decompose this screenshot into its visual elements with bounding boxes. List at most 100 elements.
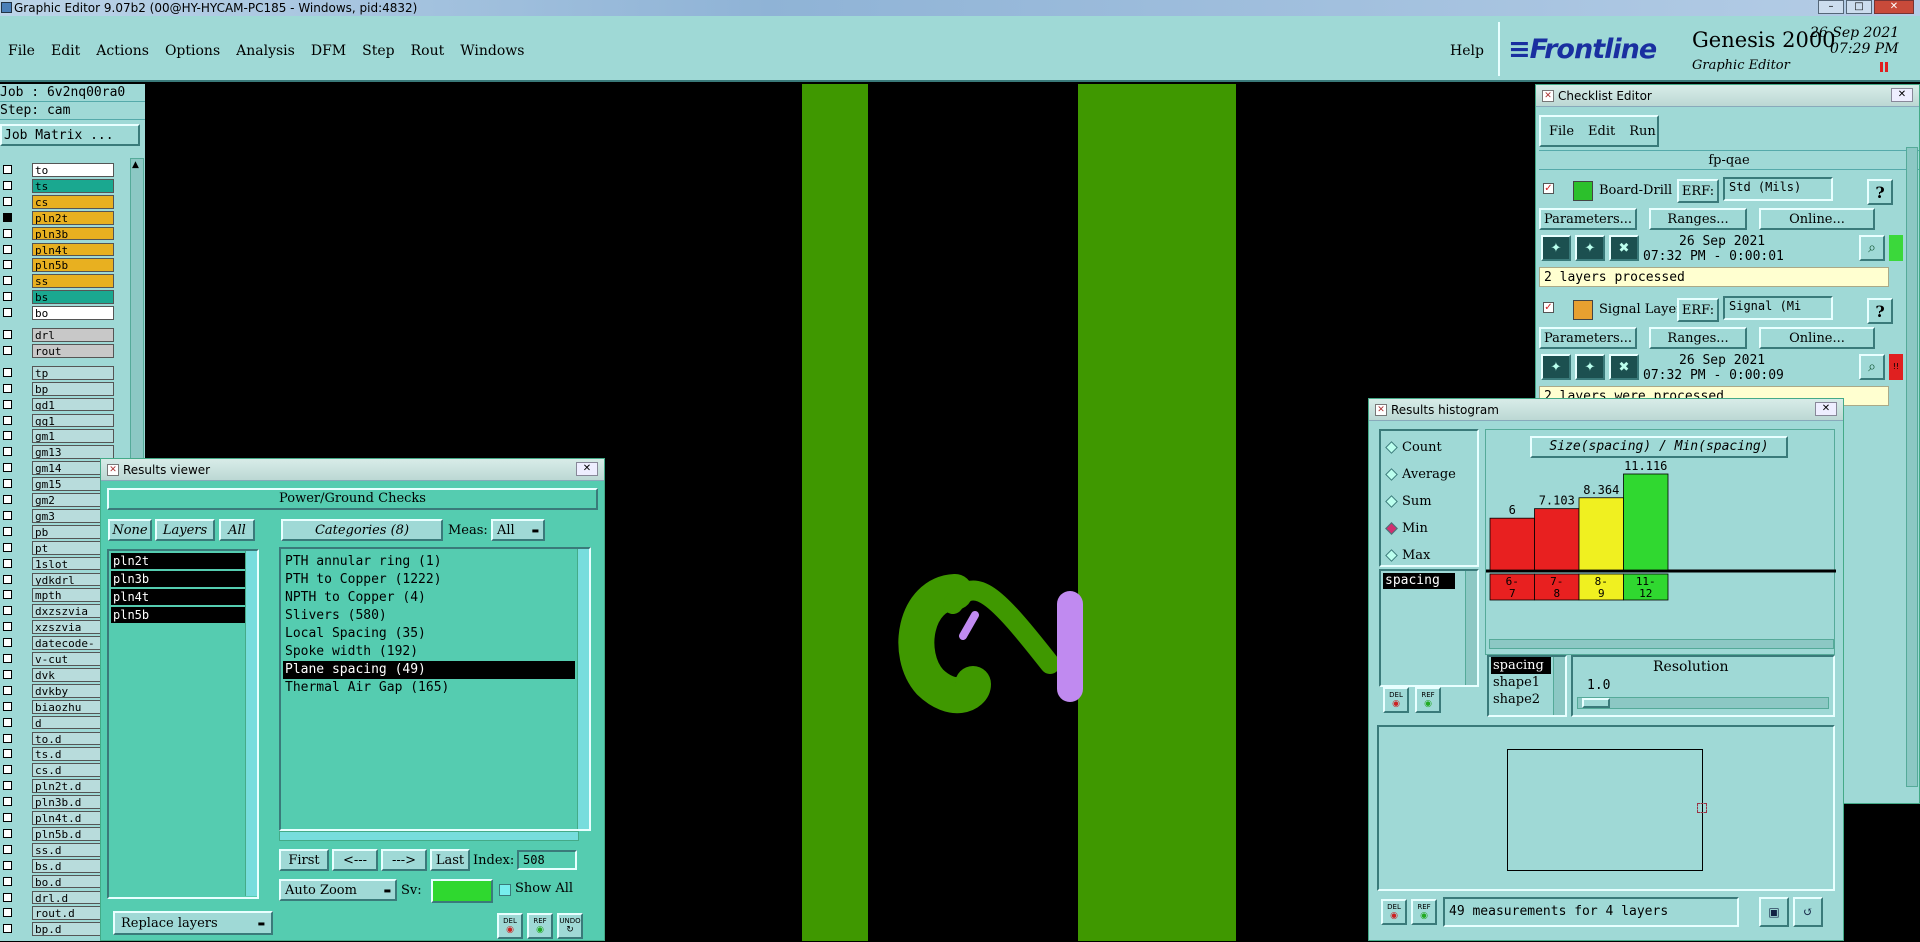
layer-checkbox[interactable] (3, 345, 12, 355)
checklist-menu-run[interactable]: Run (1629, 124, 1656, 139)
layer-name[interactable]: ss (32, 274, 114, 289)
meas-select[interactable]: All ▬ (491, 519, 545, 541)
layer-checkbox[interactable] (3, 180, 12, 190)
hist-ref-icon[interactable]: REF ◉ (1415, 687, 1441, 713)
layer-name[interactable]: bo (32, 306, 114, 320)
categories-list[interactable]: PTH annular ring (1) PTH to Copper (1222)… (279, 547, 591, 831)
result-layer-item[interactable]: pln2t (111, 553, 251, 569)
layer-checkbox[interactable] (3, 526, 12, 536)
layer-checkbox[interactable] (3, 196, 12, 206)
layer-row[interactable]: pln3b (0, 226, 118, 242)
layer-checkbox[interactable] (3, 828, 12, 838)
sv-color-select[interactable] (431, 879, 493, 903)
check-enabled-checkbox[interactable]: ✓ (1543, 183, 1554, 194)
layer-checkbox[interactable] (3, 367, 12, 377)
zoom-home-icon[interactable]: ↺ (1793, 897, 1823, 927)
histogram-bar[interactable] (1623, 473, 1669, 571)
layer-checkbox[interactable] (3, 701, 12, 711)
close-button[interactable]: ✕ (1874, 0, 1914, 14)
layer-checkbox[interactable] (3, 463, 12, 473)
layer-checkbox[interactable] (3, 590, 12, 600)
layer-checkbox[interactable] (3, 383, 12, 393)
field-item[interactable]: spacing (1383, 573, 1455, 589)
check-name[interactable]: Signal Layer Ch (1599, 302, 1679, 317)
layer-checkbox[interactable] (3, 765, 12, 775)
layer-row[interactable]: gm1 (0, 428, 118, 444)
layer-checkbox[interactable] (3, 415, 12, 425)
help-button[interactable]: ? (1867, 298, 1893, 324)
layer-checkbox[interactable] (3, 510, 12, 520)
erf-value[interactable]: Std (Mils) (1723, 177, 1833, 201)
menu-analysis[interactable]: Analysis (236, 43, 295, 63)
mode-option[interactable]: Min (1385, 518, 1428, 538)
zoom-fit-icon[interactable]: ▣ (1759, 897, 1789, 927)
undo-icon[interactable]: UNDO ↻ (557, 913, 583, 939)
online-button[interactable]: Online... (1759, 327, 1875, 349)
result-layer-item[interactable]: pln5b (111, 607, 251, 623)
category-item[interactable]: Slivers (580) (283, 607, 575, 625)
layer-checkbox[interactable] (3, 797, 12, 807)
replace-layers-select[interactable]: Replace layers ▬ (113, 911, 273, 935)
zoom-result-icon[interactable]: ⌕ (1859, 354, 1885, 380)
menu-actions[interactable]: Actions (96, 43, 149, 63)
index-input[interactable]: 508 (517, 850, 577, 870)
layer-checkbox[interactable] (3, 244, 12, 254)
menu-windows[interactable]: Windows (460, 43, 524, 63)
last-button[interactable]: Last (430, 849, 470, 871)
layer-row[interactable]: to (0, 162, 118, 178)
categories-scrollbar[interactable] (577, 549, 589, 829)
categories-tab[interactable]: Categories (8) (281, 519, 443, 541)
layer-checkbox[interactable] (3, 574, 12, 584)
del-icon[interactable]: DEL ◉ (497, 913, 523, 939)
help-button[interactable]: ? (1867, 179, 1893, 205)
preview-ref-icon[interactable]: REF ◉ (1411, 899, 1437, 925)
layer-checkbox[interactable] (3, 813, 12, 822)
hist-del-icon[interactable]: DEL ◉ (1383, 687, 1409, 713)
layer-checkbox[interactable] (3, 685, 12, 695)
layer-row[interactable]: gd1 (0, 397, 118, 413)
next-button[interactable]: ---> (381, 849, 427, 871)
layer-row[interactable]: ts (0, 178, 118, 194)
mode-option[interactable]: Count (1385, 437, 1442, 457)
layer-checkbox[interactable] (3, 669, 12, 679)
run-check-icon[interactable]: ✦ (1541, 354, 1571, 380)
params-button[interactable]: Parameters... (1539, 327, 1637, 349)
result-layer-item[interactable]: pln3b (111, 571, 251, 587)
layer-checkbox[interactable] (3, 558, 12, 568)
layer-checkbox[interactable] (3, 606, 12, 616)
category-item[interactable]: NPTH to Copper (4) (283, 589, 575, 607)
histogram-bar[interactable] (1489, 517, 1535, 571)
category-item[interactable]: Plane spacing (49) (283, 661, 575, 679)
layer-checkbox[interactable] (3, 165, 12, 174)
layer-name[interactable]: pln5b (32, 258, 114, 273)
params-button[interactable]: Parameters... (1539, 208, 1637, 230)
layer-name[interactable]: pln4t (32, 242, 114, 257)
preview-del-icon[interactable]: DEL ◉ (1381, 899, 1407, 925)
resolution-slider[interactable] (1577, 697, 1829, 709)
layer-checkbox[interactable] (3, 924, 12, 934)
layer-checkbox[interactable] (3, 292, 12, 302)
layer-name[interactable]: pln2t (32, 210, 114, 225)
layer-checkbox[interactable] (3, 717, 12, 727)
layer-checkbox[interactable] (3, 654, 12, 663)
none-button[interactable]: None (108, 519, 152, 541)
layer-row[interactable]: gg1 (0, 413, 118, 429)
layer-checkbox[interactable] (3, 733, 12, 743)
layer-checkbox[interactable] (3, 638, 12, 648)
histogram-bar[interactable] (1578, 497, 1624, 571)
layer-checkbox[interactable] (3, 781, 12, 791)
run-fix-icon[interactable]: ✦ (1575, 235, 1605, 261)
layer-name[interactable]: bp (32, 381, 114, 396)
field-scrollbar[interactable] (1465, 571, 1477, 685)
menu-file[interactable]: File (8, 43, 35, 63)
category-item[interactable]: Spoke width (192) (283, 643, 575, 661)
maximize-button[interactable]: □ (1846, 0, 1872, 14)
layer-name[interactable]: to (32, 163, 114, 177)
layer-checkbox[interactable] (3, 447, 12, 457)
categories-hscroll[interactable] (279, 831, 579, 841)
layer-checkbox[interactable] (3, 431, 12, 441)
layer-name[interactable]: cs (32, 194, 114, 209)
run-fix-icon[interactable]: ✦ (1575, 354, 1605, 380)
first-button[interactable]: First (279, 849, 329, 871)
all-button[interactable]: All (219, 519, 255, 541)
